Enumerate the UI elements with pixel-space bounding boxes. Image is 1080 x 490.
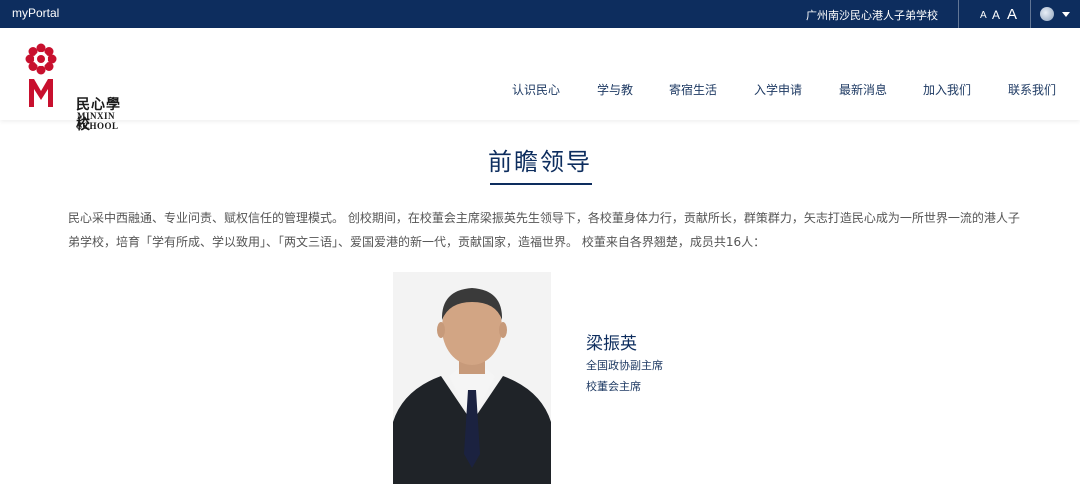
top-bar: myPortal 广州南沙民心港人子弟学校 A A A [0,0,1080,28]
divider [958,0,959,28]
school-logo[interactable]: 民心學校 MINXIN SCHOOL [20,43,132,133]
divider [1030,0,1031,28]
site-header: 民心學校 MINXIN SCHOOL 认识民心 学与教 寄宿生活 入学申请 最新… [0,28,1080,133]
intro-line: 弟学校，培育「学有所成、学以致用」、「两文三语」、爱国爱港的新一代，贡献国家，造… [68,235,766,249]
intro-line: 民心采中西融通、专业问责、赋权信任的管理模式。 创校期间，在校董会主席梁振英先生… [68,211,1020,225]
leader-role: 校董会主席 [586,380,641,393]
font-size-small-button[interactable]: A [980,11,987,21]
font-size-large-button[interactable]: A [1007,7,1017,22]
nav-item-admission[interactable]: 入学申请 [754,81,802,98]
nav-item-about[interactable]: 认识民心 [512,81,560,98]
leader-photo [393,272,551,484]
nav-item-contact[interactable]: 联系我们 [1008,81,1056,98]
nav-item-boarding[interactable]: 寄宿生活 [669,81,717,98]
page-title: 前瞻领导 [488,148,592,176]
nav-item-join[interactable]: 加入我们 [923,81,971,98]
school-site-link[interactable]: 广州南沙民心港人子弟学校 [806,7,938,23]
myportal-link[interactable]: myPortal [12,6,59,20]
leader-name: 梁振英 [586,334,637,354]
logo-name-en: MINXIN SCHOOL [77,111,119,131]
title-underline [490,183,592,185]
globe-icon[interactable] [1040,7,1054,21]
portrait-image [393,272,551,484]
font-size-medium-button[interactable]: A [992,9,1000,21]
nav-item-news[interactable]: 最新消息 [839,81,887,98]
nav-item-learning[interactable]: 学与教 [597,81,633,98]
intro-paragraph: 民心采中西融通、专业问责、赋权信任的管理模式。 创校期间，在校董会主席梁振英先生… [68,206,1028,254]
leader-role: 全国政协副主席 [586,359,663,372]
chevron-down-icon[interactable] [1062,12,1070,17]
